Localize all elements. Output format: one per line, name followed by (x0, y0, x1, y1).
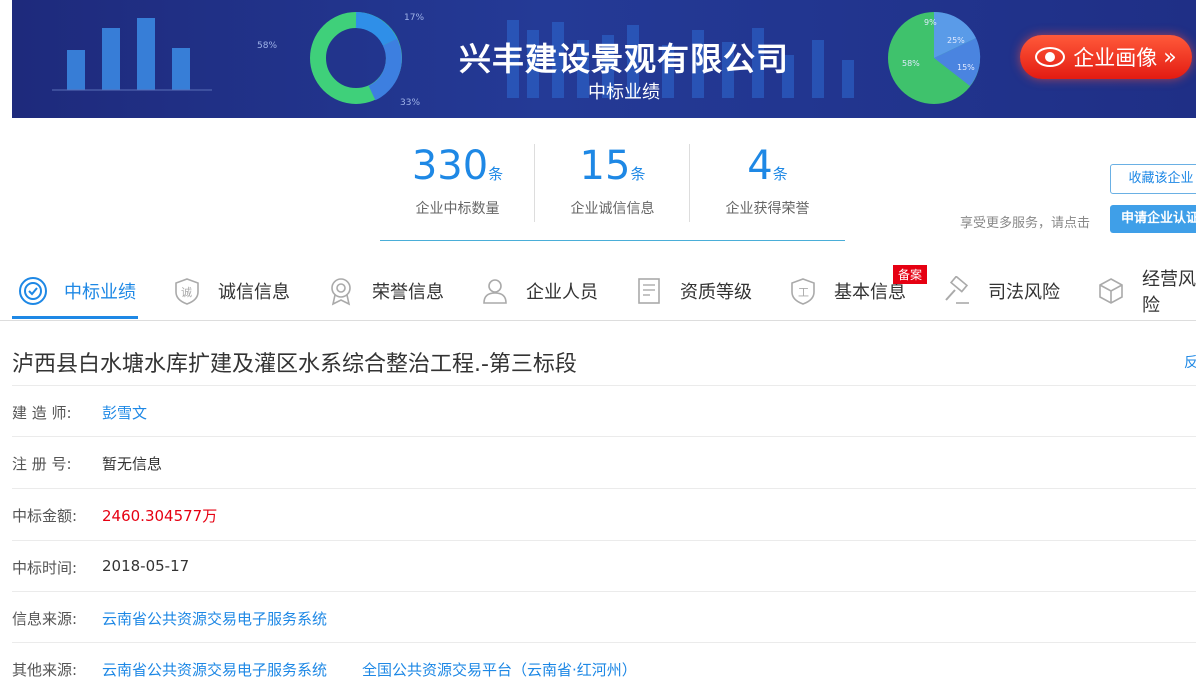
tab-bid-performance[interactable]: 中标业绩 (18, 262, 136, 320)
certificate-doc-icon (634, 276, 664, 306)
feedback-link[interactable]: 反 (1184, 352, 1196, 372)
tab-basic-info[interactable]: 工 基本信息 (788, 262, 906, 320)
tab-label: 经营风险 (1142, 269, 1196, 316)
stat-label: 企业获得荣誉 (725, 201, 810, 217)
constructor-link[interactable]: 彭雪文 (102, 402, 147, 423)
tab-honor-info[interactable]: 荣誉信息 (326, 262, 444, 320)
bid-amount-value: 2460.304577万 (102, 507, 218, 525)
shield-work-icon: 工 (788, 276, 818, 306)
tab-label: 企业人员 (526, 282, 598, 303)
shield-integrity-icon: 诚 (172, 276, 202, 306)
stat-credit-count[interactable]: 15条 企业诚信信息 (535, 140, 690, 218)
field-row-registration: 注 册 号: 暂无信息 (12, 436, 1196, 488)
field-row-other-source: 其他来源: 云南省公共资源交易电子服务系统 全国公共资源交易平台（云南省·红河州… (12, 642, 1196, 694)
stat-label: 企业中标数量 (415, 201, 500, 217)
company-portrait-button[interactable]: 企业画像 » (1020, 35, 1192, 79)
tab-judicial-risk[interactable]: 司法风险 (942, 262, 1060, 320)
stat-unit: 条 (772, 165, 788, 183)
more-services-text: 享受更多服务，请点击 (960, 216, 1091, 231)
tab-label: 司法风险 (988, 282, 1060, 303)
other-source-link-1[interactable]: 云南省公共资源交易电子服务系统 (102, 659, 327, 680)
svg-text:诚: 诚 (181, 286, 192, 299)
cube-icon (1096, 276, 1126, 306)
field-value: 2018-05-17 (102, 557, 190, 575)
target-check-icon (18, 276, 48, 306)
gavel-icon (942, 276, 972, 306)
company-name: 兴丰建设景观有限公司 (458, 40, 789, 78)
field-label: 信息来源: (12, 610, 78, 628)
field-row-amount: 中标金额: 2460.304577万 (12, 488, 1196, 540)
field-label: 中标金额: (12, 507, 78, 525)
apply-certification-button[interactable]: 申请企业认证 (1110, 205, 1196, 233)
stat-honor-count[interactable]: 4条 企业获得荣誉 (690, 140, 845, 218)
tab-qualification[interactable]: 资质等级 (634, 262, 752, 320)
stats-panel: 330条 企业中标数量 15条 企业诚信信息 4条 企业获得荣誉 (380, 140, 845, 241)
source-link[interactable]: 云南省公共资源交易电子服务系统 (102, 608, 327, 629)
record-badge: 备案 (893, 265, 928, 284)
tab-label: 资质等级 (680, 282, 752, 303)
pie-label-1: 9% (924, 18, 937, 27)
stat-bid-count[interactable]: 330条 企业中标数量 (380, 140, 535, 218)
tab-business-risk[interactable]: 经营风险 (1096, 262, 1196, 320)
field-value: 暂无信息 (102, 455, 163, 473)
stat-value: 330 (411, 143, 489, 189)
field-row-source: 信息来源: 云南省公共资源交易电子服务系统 (12, 591, 1196, 643)
stat-value: 4 (747, 143, 773, 189)
stat-unit: 条 (488, 165, 504, 183)
svg-text:工: 工 (798, 286, 809, 299)
stat-label: 企业诚信信息 (570, 201, 655, 217)
tab-label: 诚信信息 (218, 282, 290, 303)
tab-label: 荣誉信息 (372, 282, 444, 303)
eye-icon (1035, 47, 1066, 67)
field-label: 建 造 师: (12, 404, 72, 422)
company-portrait-label: 企业画像 (1073, 46, 1158, 70)
field-row-constructor: 建 造 师: 彭雪文 (12, 385, 1196, 437)
active-tab-indicator (12, 316, 138, 319)
double-chevron-right-icon: » (1163, 44, 1177, 70)
donut-label-1: 17% (404, 13, 424, 23)
favorite-company-button[interactable]: 收藏该企业 (1110, 164, 1196, 194)
person-icon (480, 276, 510, 306)
field-label: 其他来源: (12, 661, 78, 679)
field-label: 注 册 号: (12, 455, 72, 473)
medal-icon (326, 276, 356, 306)
tab-company-personnel[interactable]: 企业人员 (480, 262, 598, 320)
header-banner: 17% 58% 33% 9% 25% 58% 15% 兴丰建设景观有限公司 中标… (12, 0, 1196, 118)
tab-bar: 中标业绩 诚 诚信信息 荣誉信息 企业人员 资质等级 工 基本信息 司法风险 经… (0, 262, 1196, 321)
stat-unit: 条 (630, 165, 646, 183)
field-row-date: 中标时间: 2018-05-17 (12, 540, 1196, 592)
project-title[interactable]: 泸西县白水塘水库扩建及灌区水系综合整治工程.-第三标段 (12, 346, 577, 378)
stat-value: 15 (579, 143, 631, 189)
field-label: 中标时间: (12, 559, 78, 577)
tab-credit-info[interactable]: 诚 诚信信息 (172, 262, 290, 320)
banner-subtitle: 中标业绩 (588, 82, 660, 103)
tab-label: 中标业绩 (64, 282, 136, 303)
other-source-link-2[interactable]: 全国公共资源交易平台（云南省·红河州） (362, 659, 637, 680)
